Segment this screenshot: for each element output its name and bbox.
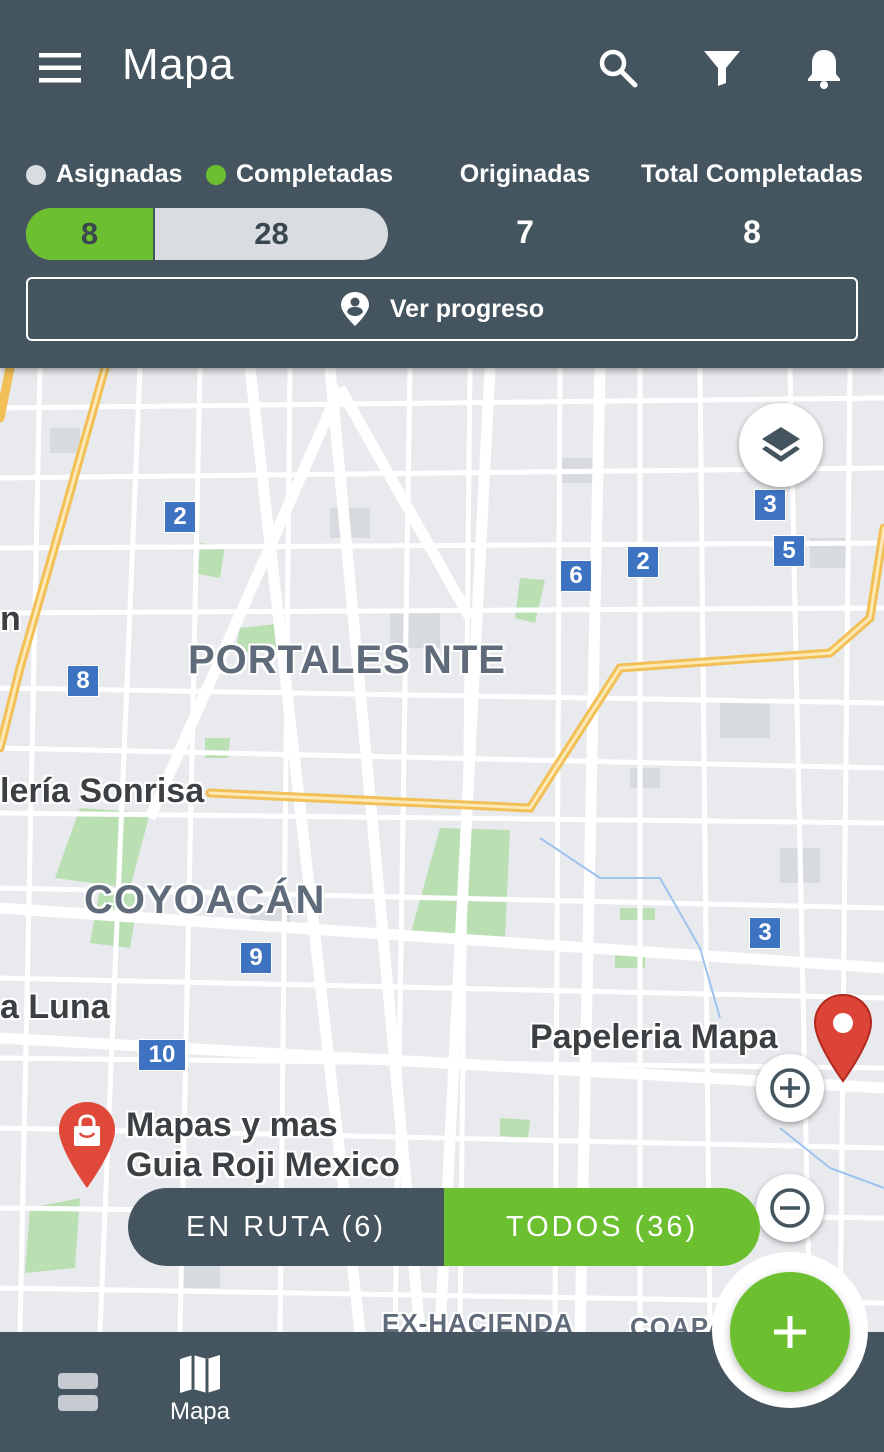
filter-icon[interactable] [692, 38, 752, 98]
route-marker[interactable]: 8 [67, 665, 99, 697]
route-marker[interactable]: 2 [164, 501, 196, 533]
tab-en-ruta[interactable]: EN RUTA (6) [128, 1188, 444, 1266]
originated-value: 7 [516, 214, 534, 250]
app-header: Mapa Asignadas Completadas Originadas To… [0, 0, 884, 368]
place-label: a Luna [0, 988, 110, 1026]
list-icon [58, 1373, 98, 1411]
completed-dot [206, 164, 226, 185]
total-completed-label: Total Completadas [641, 160, 863, 188]
nav-list[interactable] [58, 1372, 98, 1412]
originated-label: Originadas [459, 160, 591, 188]
route-marker[interactable]: 2 [627, 546, 659, 578]
legend-assigned-label: Asignadas [56, 160, 183, 188]
bell-icon[interactable] [794, 38, 854, 98]
zoom-in-button[interactable] [756, 1054, 824, 1122]
view-progress-button[interactable]: Ver progreso [26, 277, 858, 341]
route-marker[interactable]: 3 [749, 917, 781, 949]
page-title: Mapa [122, 40, 235, 89]
tab-todos[interactable]: TODOS (36) [444, 1188, 760, 1266]
zoom-out-button[interactable] [756, 1174, 824, 1242]
route-marker[interactable]: 10 [138, 1039, 186, 1071]
search-icon[interactable] [588, 38, 648, 98]
layers-icon [762, 427, 800, 462]
nav-map[interactable]: Mapa [164, 1354, 236, 1426]
location-person-icon [340, 292, 369, 326]
place-label: n [0, 600, 21, 638]
district-label: EX-HACIENDA [382, 1308, 574, 1332]
nav-map-label: Mapa [169, 1398, 231, 1425]
zoom-out-icon [770, 1188, 810, 1228]
map-icon [180, 1355, 220, 1393]
district-label: PORTALES NTE [188, 638, 506, 682]
place-label-mapas[interactable]: Mapas y mas [126, 1106, 338, 1145]
progress-bar: 8 28 [26, 208, 388, 260]
legend-assigned: Asignadas [26, 160, 182, 189]
place-label: lería Sonrisa [0, 772, 205, 810]
legend-completed-label: Completadas [236, 160, 393, 188]
total-completed-value: 8 [743, 214, 761, 250]
add-button[interactable] [730, 1272, 850, 1392]
route-filter-toggle: EN RUTA (6) TODOS (36) [128, 1188, 760, 1266]
layers-button[interactable] [739, 403, 823, 487]
place-label-guia-roji[interactable]: Guia Roji Mexico [126, 1146, 400, 1185]
route-marker[interactable]: 6 [560, 560, 592, 592]
assigned-dot [26, 164, 46, 185]
zoom-in-icon [770, 1068, 810, 1108]
route-marker[interactable]: 3 [754, 489, 786, 521]
red-pin-icon[interactable] [812, 993, 874, 1083]
district-label: COYOACÁN [84, 878, 326, 922]
shopping-pin-icon[interactable] [56, 1100, 118, 1190]
route-marker[interactable]: 5 [773, 535, 805, 567]
view-progress-label: Ver progreso [389, 294, 545, 323]
progress-completed-value: 8 [26, 208, 155, 260]
route-marker[interactable]: 9 [240, 942, 272, 974]
legend-completed: Completadas [206, 160, 393, 189]
plus-icon [774, 1316, 806, 1348]
menu-icon[interactable] [30, 38, 90, 98]
progress-assigned-value: 28 [254, 216, 289, 251]
place-label-papeleria[interactable]: Papeleria Mapa [530, 1018, 778, 1057]
